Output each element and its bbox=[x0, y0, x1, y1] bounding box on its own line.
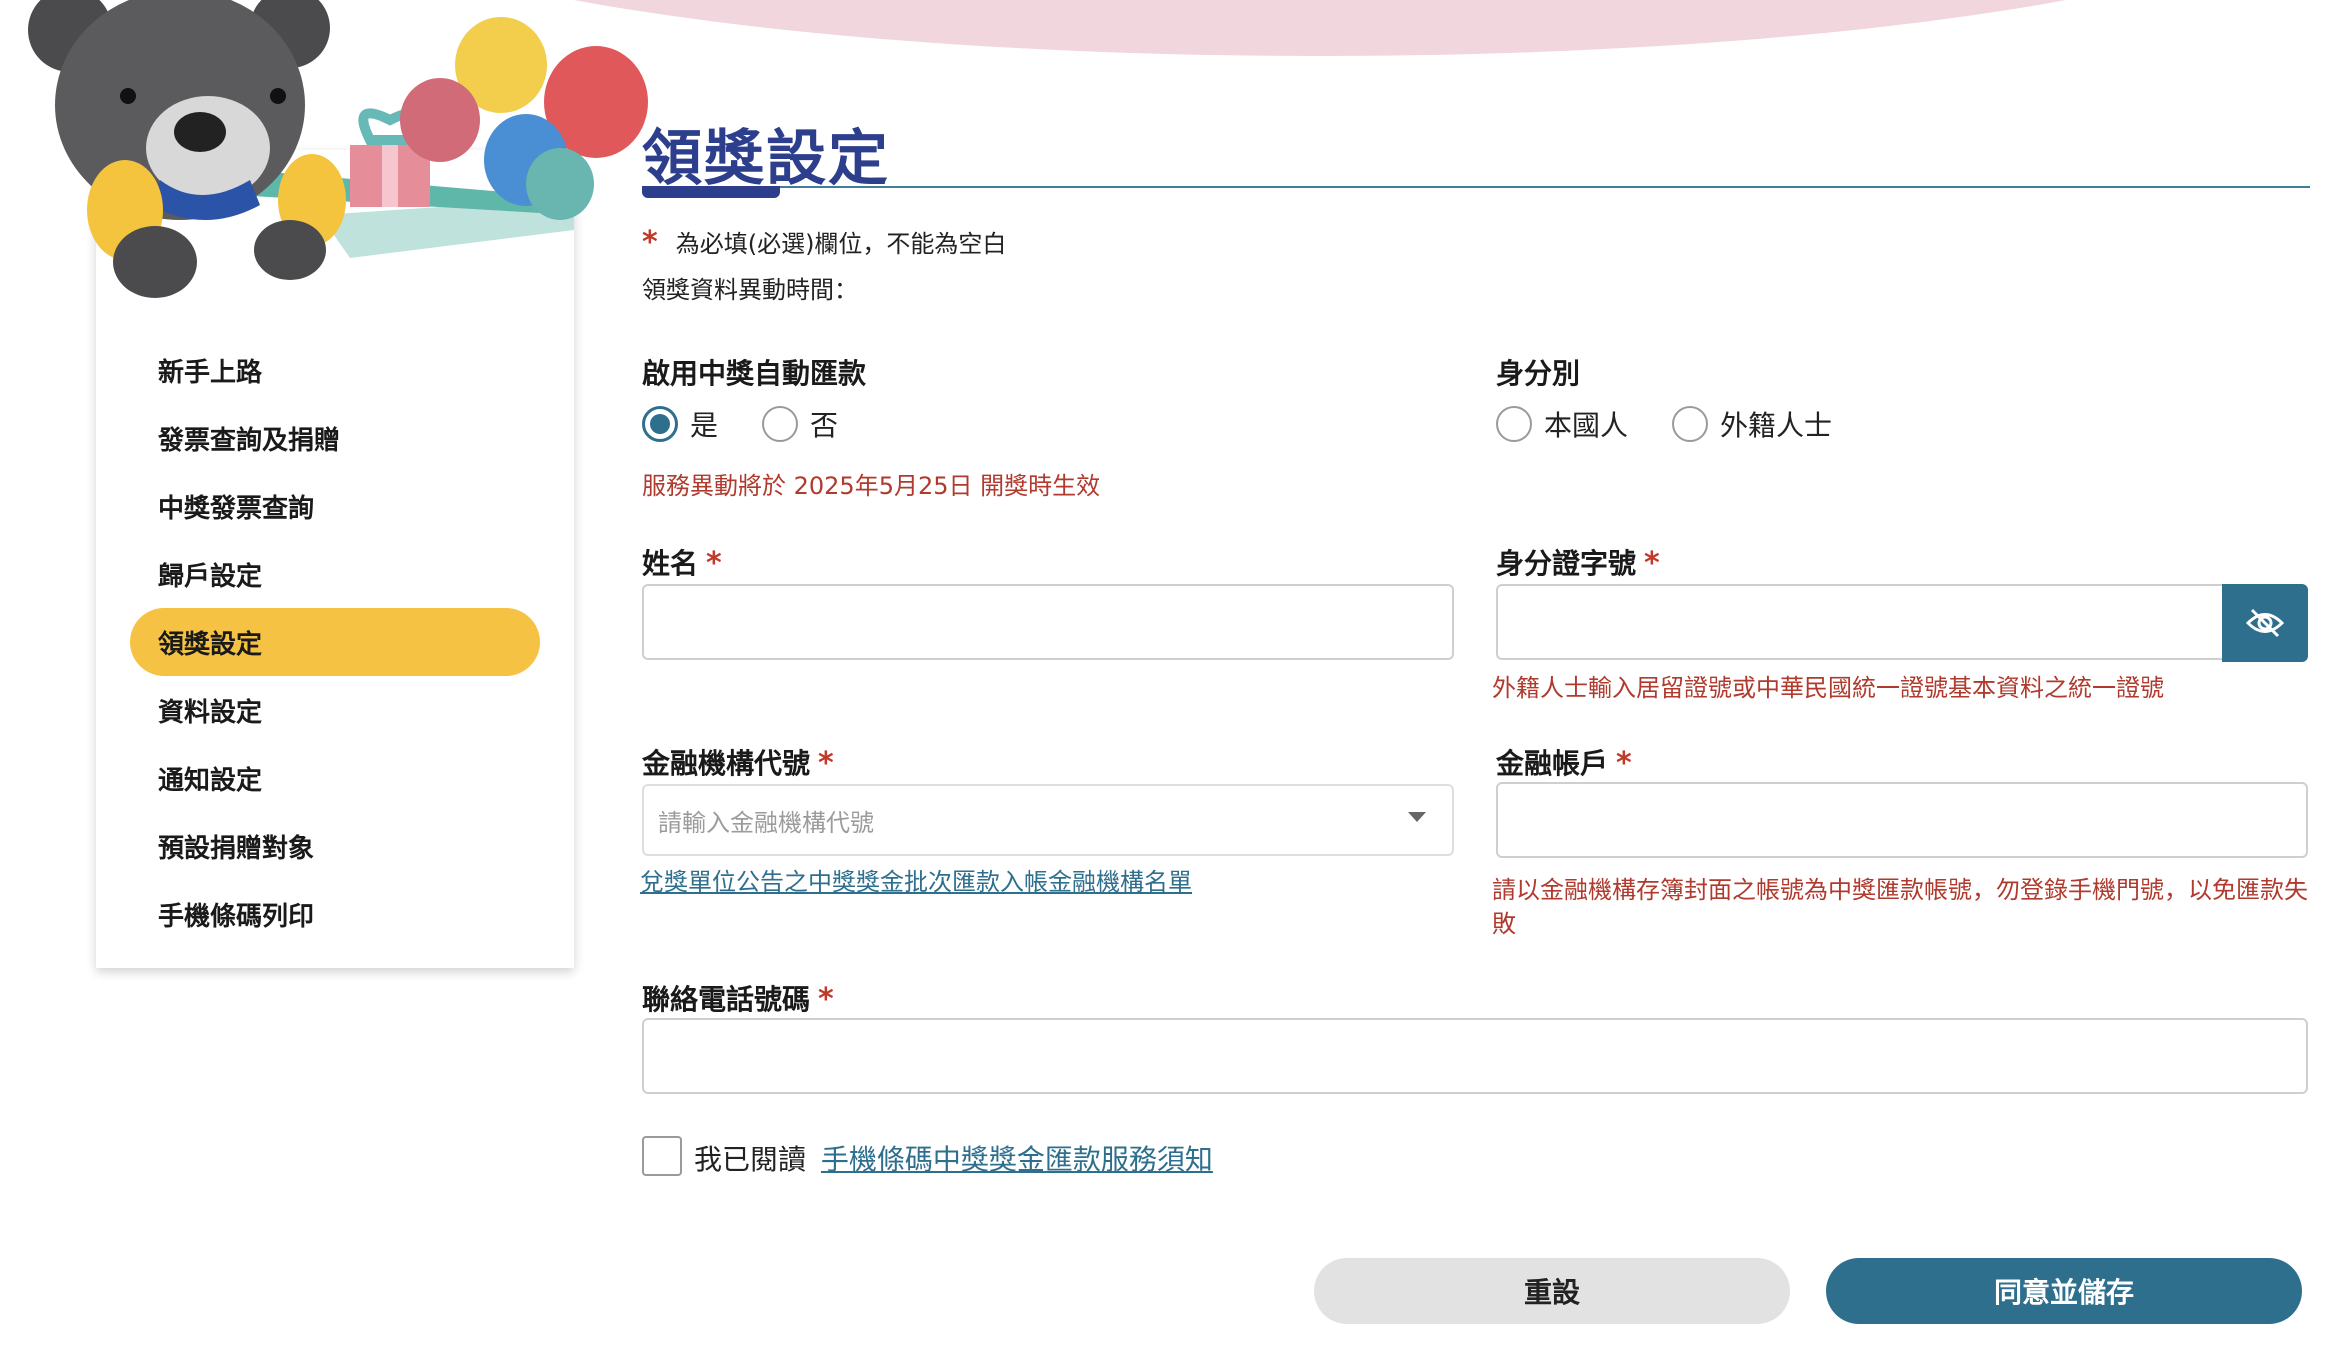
save-button[interactable]: 同意並儲存 bbox=[1826, 1258, 2302, 1324]
bank-account-hint-cont: 敗 bbox=[1492, 910, 1516, 938]
sidebar-item-winning-invoice-query[interactable]: 中獎發票查詢 bbox=[130, 472, 540, 540]
agree-text: 我已閱讀 手機條碼中獎獎金匯款服務須知 bbox=[694, 1138, 1213, 1178]
auto-transfer-radio-group: 是 否 bbox=[642, 404, 882, 444]
identity-citizen-radio[interactable] bbox=[1496, 406, 1532, 442]
auto-transfer-hint: 服務異動將於 2025年5月25日 開獎時生效 bbox=[642, 472, 1101, 500]
change-time-label: 領獎資料異動時間： bbox=[642, 276, 858, 304]
agree-checkbox[interactable] bbox=[642, 1136, 682, 1176]
auto-transfer-yes-radio[interactable] bbox=[642, 406, 678, 442]
identity-foreigner-radio[interactable] bbox=[1672, 406, 1709, 442]
identity-radio-group: 本國人 外籍人士 bbox=[1496, 404, 1876, 444]
bank-code-select[interactable]: 請輸入金融機構代號 bbox=[642, 784, 1454, 856]
bank-account-input[interactable] bbox=[1496, 782, 2308, 858]
id-number-hint: 外籍人士輸入居留證號或中華民國統一證號基本資料之統一證號 bbox=[1492, 674, 2164, 702]
sidebar-item-profile-settings[interactable]: 資料設定 bbox=[130, 676, 540, 744]
auto-transfer-no-label: 否 bbox=[810, 409, 839, 442]
id-number-label: 身分證字號 * bbox=[1496, 542, 1660, 582]
title-accent-bar bbox=[642, 186, 780, 198]
toggle-visibility-button[interactable] bbox=[2222, 584, 2308, 662]
bank-account-label-text: 金融帳戶 bbox=[1496, 747, 1609, 780]
auto-transfer-no-radio[interactable] bbox=[762, 406, 799, 442]
identity-citizen-label: 本國人 bbox=[1544, 409, 1629, 442]
name-label: 姓名 * bbox=[642, 542, 722, 582]
required-star-icon: * bbox=[1644, 546, 1660, 581]
required-star-icon: * bbox=[642, 225, 658, 260]
phone-label-text: 聯絡電話號碼 bbox=[642, 983, 811, 1016]
phone-input[interactable] bbox=[642, 1018, 2308, 1094]
title-divider bbox=[642, 186, 2310, 188]
auto-transfer-yes-label: 是 bbox=[690, 409, 719, 442]
required-star-icon: * bbox=[818, 982, 834, 1017]
sidebar-item-notification-settings[interactable]: 通知設定 bbox=[130, 744, 540, 812]
sidebar-item-default-donee[interactable]: 預設捐贈對象 bbox=[130, 812, 540, 880]
id-number-label-text: 身分證字號 bbox=[1496, 547, 1637, 580]
phone-label: 聯絡電話號碼 * bbox=[642, 978, 834, 1018]
sidebar-item-carrier-settings[interactable]: 歸戶設定 bbox=[130, 540, 540, 608]
bank-code-label-text: 金融機構代號 bbox=[642, 747, 811, 780]
required-star-icon: * bbox=[818, 746, 834, 781]
auto-transfer-label: 啟用中獎自動匯款 bbox=[642, 357, 867, 390]
sidebar-item-barcode-print[interactable]: 手機條碼列印 bbox=[130, 880, 540, 948]
agree-prefix: 我已閱讀 bbox=[694, 1143, 807, 1176]
mascot-illustration bbox=[28, 0, 648, 298]
page-title: 領獎設定 bbox=[642, 124, 890, 194]
name-label-text: 姓名 bbox=[642, 547, 699, 580]
eye-off-icon bbox=[2246, 608, 2284, 638]
required-star-icon: * bbox=[1616, 746, 1632, 781]
bank-account-label: 金融帳戶 * bbox=[1496, 742, 1632, 782]
sidebar-item-prize-settings[interactable]: 領獎設定 bbox=[130, 608, 540, 676]
required-note: * 為必填(必選)欄位，不能為空白 bbox=[642, 224, 1006, 260]
name-input[interactable] bbox=[642, 584, 1454, 660]
sidebar-menu: 新手上路 發票查詢及捐贈 中獎發票查詢 歸戶設定 領獎設定 資料設定 通知設定 … bbox=[130, 336, 540, 948]
required-note-text: 為必填(必選)欄位，不能為空白 bbox=[675, 230, 1007, 258]
sidebar-item-getting-started[interactable]: 新手上路 bbox=[130, 336, 540, 404]
id-number-input[interactable] bbox=[1496, 584, 2226, 660]
bank-code-label: 金融機構代號 * bbox=[642, 742, 834, 782]
sidebar-item-invoice-query-donation[interactable]: 發票查詢及捐贈 bbox=[130, 404, 540, 472]
required-star-icon: * bbox=[706, 546, 722, 581]
bank-list-link[interactable]: 兌獎單位公告之中獎獎金批次匯款入帳金融機構名單 bbox=[640, 862, 1192, 897]
reset-button[interactable]: 重設 bbox=[1314, 1258, 1790, 1324]
bank-account-hint: 請以金融機構存簿封面之帳號為中獎匯款帳號，勿登錄手機門號，以免匯款失 bbox=[1492, 876, 2308, 904]
service-terms-link[interactable]: 手機條碼中獎獎金匯款服務須知 bbox=[821, 1143, 1213, 1176]
identity-label: 身分別 bbox=[1496, 357, 1581, 390]
bank-code-placeholder: 請輸入金融機構代號 bbox=[658, 808, 874, 837]
chevron-down-icon bbox=[1408, 812, 1426, 822]
identity-foreigner-label: 外籍人士 bbox=[1720, 409, 1833, 442]
